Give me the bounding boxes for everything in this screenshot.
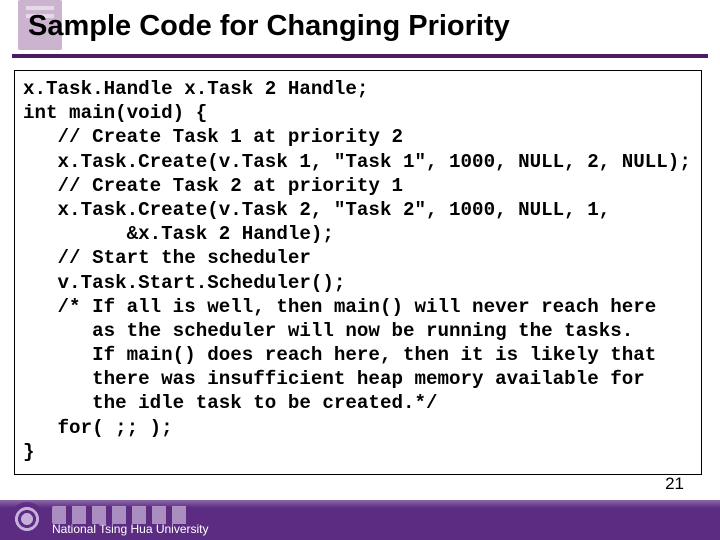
footer-bar: National Tsing Hua University [0,500,720,540]
university-seal-icon [10,502,44,536]
slide-root: Sample Code for Changing Priority x.Task… [0,0,720,540]
university-name-english: National Tsing Hua University [52,522,209,536]
slide-title: Sample Code for Changing Priority [28,10,510,43]
page-number: 21 [665,474,684,494]
title-underline [12,54,708,58]
code-sample-text: x.Task.Handle x.Task 2 Handle; int main(… [23,77,693,464]
code-sample-box: x.Task.Handle x.Task 2 Handle; int main(… [14,70,702,475]
